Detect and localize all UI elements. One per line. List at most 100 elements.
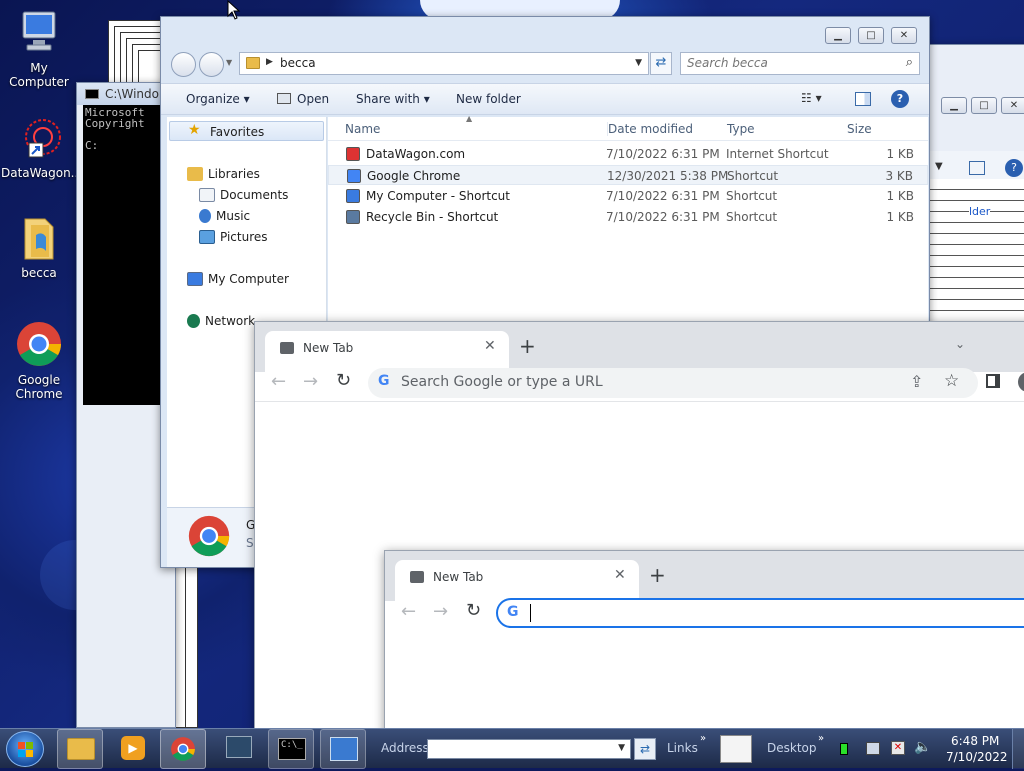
file-icon xyxy=(347,169,361,183)
taskbar-system-app[interactable] xyxy=(216,729,262,769)
new-tab-button[interactable]: + xyxy=(519,334,536,358)
pictures-icon xyxy=(199,230,215,244)
taskbar-explorer[interactable] xyxy=(57,729,103,769)
file-row[interactable]: Google Chrome 12/30/2021 5:38 PM Shortcut 3… xyxy=(328,165,928,185)
search-icon[interactable]: ⌕ xyxy=(906,55,913,70)
nav-network[interactable]: Network xyxy=(187,314,255,328)
back-icon[interactable]: ← xyxy=(271,371,286,392)
taskbar-media-player[interactable]: ▶ xyxy=(110,729,156,769)
file-row[interactable]: DataWagon.com 7/10/2022 6:31 PM Internet S… xyxy=(328,144,928,164)
chrome-icon xyxy=(188,515,230,557)
share-with-button[interactable]: Share with ▾ xyxy=(356,92,430,106)
clock-date[interactable]: 7/10/2022 xyxy=(946,750,1008,764)
background-explorer-window[interactable]: ▁ □ ✕ ▼ ? lder xyxy=(928,44,1024,339)
close-button[interactable]: ✕ xyxy=(891,27,917,44)
address-dropdown-icon[interactable]: ▼ xyxy=(635,58,642,68)
tab-search-icon[interactable]: ⌄ xyxy=(955,337,965,351)
forward-button[interactable] xyxy=(199,52,224,77)
network-tray-icon[interactable] xyxy=(866,742,880,755)
close-tab-icon[interactable]: ✕ xyxy=(484,338,496,354)
maximize-button[interactable]: □ xyxy=(858,27,884,44)
column-header-date[interactable]: Date modified xyxy=(607,122,693,136)
column-header-type[interactable]: Type xyxy=(727,122,755,136)
file-date: 12/30/2021 5:38 PM xyxy=(607,169,729,183)
file-size: 3 KB xyxy=(885,169,913,183)
chevron-icon[interactable]: » xyxy=(818,733,824,744)
address-dropdown-icon[interactable]: ▼ xyxy=(618,743,625,753)
open-button[interactable]: Open xyxy=(277,92,329,106)
new-folder-button[interactable]: New folder xyxy=(456,92,521,106)
reload-icon[interactable]: ↻ xyxy=(336,370,351,391)
desktop-icon-label: DataWagon... xyxy=(1,166,83,180)
close-button[interactable]: ✕ xyxy=(1001,97,1024,114)
search-box[interactable]: ⌕ xyxy=(680,52,920,75)
search-input[interactable] xyxy=(687,56,887,70)
chevron-icon[interactable]: » xyxy=(700,733,706,744)
back-button[interactable] xyxy=(171,52,196,77)
tab-strip: New Tab ✕ + ⌄ xyxy=(255,322,1024,372)
preview-pane-icon[interactable] xyxy=(855,92,871,106)
new-tab-button[interactable]: + xyxy=(649,563,666,587)
chevron-down-icon[interactable]: ▼ xyxy=(935,161,943,172)
side-panel-icon[interactable] xyxy=(986,374,1000,388)
close-tab-icon[interactable]: ✕ xyxy=(614,567,626,583)
view-options-icon[interactable]: ☷ ▾ xyxy=(801,91,822,105)
chrome-window-2[interactable]: New Tab ✕ + ← → ↻ G xyxy=(384,550,1024,728)
nav-music[interactable]: Music xyxy=(199,209,250,223)
nav-libraries[interactable]: Libraries xyxy=(187,167,260,181)
links-label[interactable]: Links xyxy=(667,741,698,755)
action-center-icon[interactable]: ✕ xyxy=(891,741,905,755)
address-toolbar-input[interactable]: ▼ xyxy=(427,739,631,759)
computer-icon xyxy=(187,272,203,286)
clock-time[interactable]: 6:48 PM xyxy=(951,734,999,748)
desktop-icon-google-chrome[interactable]: Google Chrome xyxy=(1,320,77,401)
organize-button[interactable]: Organize ▾ xyxy=(186,92,250,106)
reload-icon[interactable]: ↻ xyxy=(466,600,481,621)
taskbar-chrome[interactable] xyxy=(160,729,206,769)
mouse-cursor-icon xyxy=(227,0,241,20)
nav-documents[interactable]: Documents xyxy=(199,188,288,202)
go-button[interactable]: ⇄ xyxy=(634,738,656,760)
desktop-icon-my-computer[interactable]: My Computer xyxy=(1,10,77,89)
omnibox[interactable]: G xyxy=(496,598,1024,628)
file-row[interactable]: Recycle Bin - Shortcut 7/10/2022 6:31 PM S… xyxy=(328,207,928,227)
volume-icon[interactable]: 🔈 xyxy=(914,739,931,755)
desktop-icon-datawagon[interactable]: DataWagon... xyxy=(1,115,83,180)
minimize-button[interactable]: ▁ xyxy=(941,97,967,114)
desktop-icon-becca[interactable]: becca xyxy=(1,215,77,280)
forward-icon[interactable]: → xyxy=(303,371,318,392)
help-icon[interactable]: ? xyxy=(891,90,909,108)
address-bar[interactable]: ▶ becca ▼ xyxy=(239,52,649,75)
nav-favorites[interactable]: ★ Favorites xyxy=(169,121,324,141)
file-row[interactable]: My Computer - Shortcut 7/10/2022 6:31 PM S… xyxy=(328,186,928,206)
tab-new-tab[interactable]: New Tab ✕ xyxy=(265,331,509,372)
desktop-toolbar-icon[interactable] xyxy=(720,735,752,763)
profile-icon[interactable] xyxy=(1018,372,1024,392)
taskbar-control-panel[interactable] xyxy=(320,729,366,769)
back-icon[interactable]: ← xyxy=(401,601,416,622)
nav-my-computer[interactable]: My Computer xyxy=(187,272,289,286)
share-icon[interactable]: ⇪ xyxy=(910,372,923,391)
omnibox[interactable]: G Search Google or type a URL ⇪ ☆ xyxy=(368,368,978,398)
refresh-button[interactable]: ⇄ xyxy=(650,52,672,75)
column-header-size[interactable]: Size xyxy=(847,122,872,136)
forward-icon[interactable]: → xyxy=(433,601,448,622)
nav-pictures[interactable]: Pictures xyxy=(199,230,268,244)
column-header-name[interactable]: Name xyxy=(345,122,380,136)
file-name: Recycle Bin - Shortcut xyxy=(366,210,499,224)
maximize-button[interactable]: □ xyxy=(971,97,997,114)
breadcrumb-path[interactable]: becca xyxy=(280,56,316,70)
taskbar-command-prompt[interactable]: C:\_ xyxy=(268,729,314,769)
bookmark-star-icon[interactable]: ☆ xyxy=(944,371,959,391)
show-desktop-button[interactable] xyxy=(1012,729,1024,769)
preview-pane-icon[interactable] xyxy=(969,161,985,175)
cmd-prompt: C: xyxy=(85,139,99,152)
battery-icon[interactable] xyxy=(840,743,848,755)
recent-pages-icon[interactable]: ▼ xyxy=(226,58,232,67)
desktop-label[interactable]: Desktop xyxy=(767,741,817,755)
breadcrumb-arrow-icon[interactable]: ▶ xyxy=(266,57,273,67)
start-button[interactable] xyxy=(6,731,44,767)
minimize-button[interactable]: ▁ xyxy=(825,27,851,44)
tab-new-tab[interactable]: New Tab ✕ xyxy=(395,560,639,601)
help-icon[interactable]: ? xyxy=(1005,159,1023,177)
